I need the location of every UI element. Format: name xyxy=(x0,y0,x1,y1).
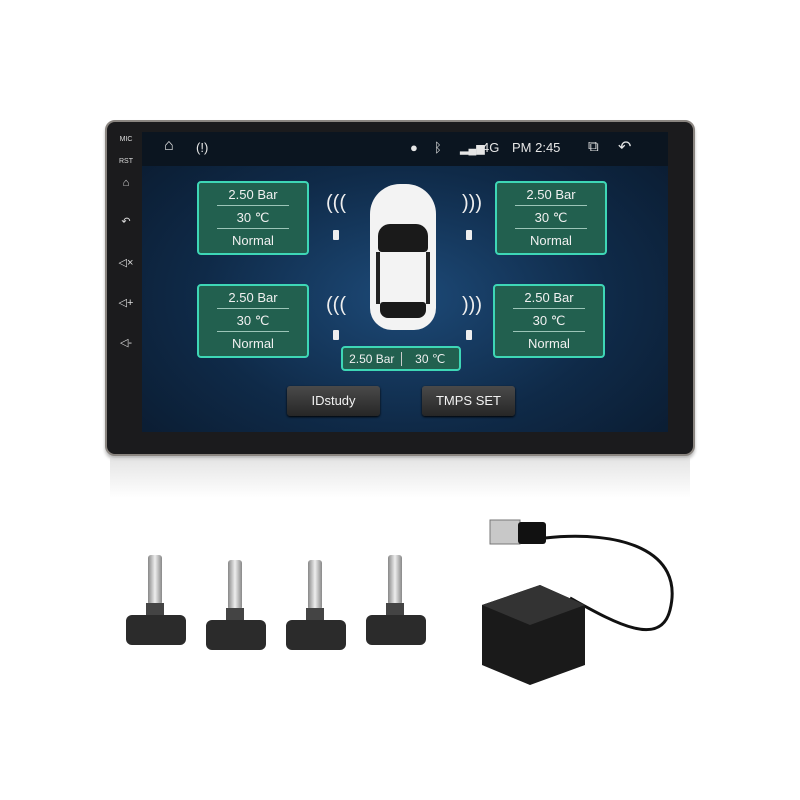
spare-temperature: 30 ℃ xyxy=(415,351,446,366)
signal-wave-icon: ))) xyxy=(462,192,482,214)
temperature: 30 ℃ xyxy=(217,309,289,332)
rst-button[interactable]: RST xyxy=(114,158,138,165)
signal-wave-icon: ((( xyxy=(326,294,346,316)
pressure: 2.50 Bar xyxy=(515,183,587,206)
battery-icon xyxy=(333,330,339,340)
mic-label: MIC xyxy=(119,136,133,143)
tire-sensor xyxy=(126,555,186,665)
home-icon[interactable]: ⌂ xyxy=(114,177,138,189)
tpms-set-button[interactable]: TMPS SET xyxy=(422,386,515,416)
signal-wave-icon: ))) xyxy=(462,294,482,316)
battery-icon xyxy=(466,330,472,340)
clock: PM 2:45 xyxy=(512,140,561,155)
pressure: 2.50 Bar xyxy=(217,286,289,309)
location-icon: ● xyxy=(410,140,418,155)
car-top-view-icon xyxy=(370,184,436,330)
tire-card-front-right: 2.50 Bar 30 ℃ Normal xyxy=(495,181,607,255)
back-icon[interactable]: ↶ xyxy=(618,137,631,157)
volume-up-icon[interactable]: ◁+ xyxy=(114,296,138,309)
mute-icon[interactable]: ◁× xyxy=(114,256,138,269)
spare-tire-readout: 2.50 Bar 30 ℃ xyxy=(341,346,461,371)
tire-card-rear-left: 2.50 Bar 30 ℃ Normal xyxy=(197,284,309,358)
pressure: 2.50 Bar xyxy=(513,286,585,309)
spare-pressure: 2.50 Bar xyxy=(343,351,402,366)
temperature: 30 ℃ xyxy=(515,206,587,229)
tire-card-rear-right: 2.50 Bar 30 ℃ Normal xyxy=(493,284,605,358)
home-icon[interactable]: ⌂ xyxy=(164,137,174,155)
temperature: 30 ℃ xyxy=(217,206,289,229)
volume-down-icon[interactable]: ◁- xyxy=(114,336,138,349)
tire-sensor xyxy=(206,560,266,670)
status: Normal xyxy=(232,233,274,248)
idstudy-button[interactable]: IDstudy xyxy=(287,386,380,416)
status: Normal xyxy=(530,233,572,248)
signal-wave-icon: ((( xyxy=(326,192,346,214)
status-bar: ⌂ (!) ● ᛒ ▂▄▆ 4G PM 2:45 ⧉ ↶ xyxy=(142,132,668,166)
signal-icon: ▂▄▆ xyxy=(460,143,485,155)
tpms-warning-icon[interactable]: (!) xyxy=(196,140,208,155)
network-label: 4G xyxy=(482,140,500,155)
bluetooth-icon: ᛒ xyxy=(434,140,442,155)
recent-apps-icon[interactable]: ⧉ xyxy=(588,138,599,155)
reflection xyxy=(110,458,690,498)
status: Normal xyxy=(232,336,274,351)
tire-sensor xyxy=(366,555,426,665)
battery-icon xyxy=(466,230,472,240)
tire-sensor xyxy=(286,560,346,670)
usb-tpms-receiver xyxy=(482,519,674,685)
tire-card-front-left: 2.50 Bar 30 ℃ Normal xyxy=(197,181,309,255)
pressure: 2.50 Bar xyxy=(217,183,289,206)
battery-icon xyxy=(333,230,339,240)
tpms-screen: ⌂ (!) ● ᛒ ▂▄▆ 4G PM 2:45 ⧉ ↶ 2.50 Bar 30… xyxy=(142,132,668,432)
temperature: 30 ℃ xyxy=(513,309,585,332)
status: Normal xyxy=(528,336,570,351)
back-icon[interactable]: ↶ xyxy=(114,215,138,228)
